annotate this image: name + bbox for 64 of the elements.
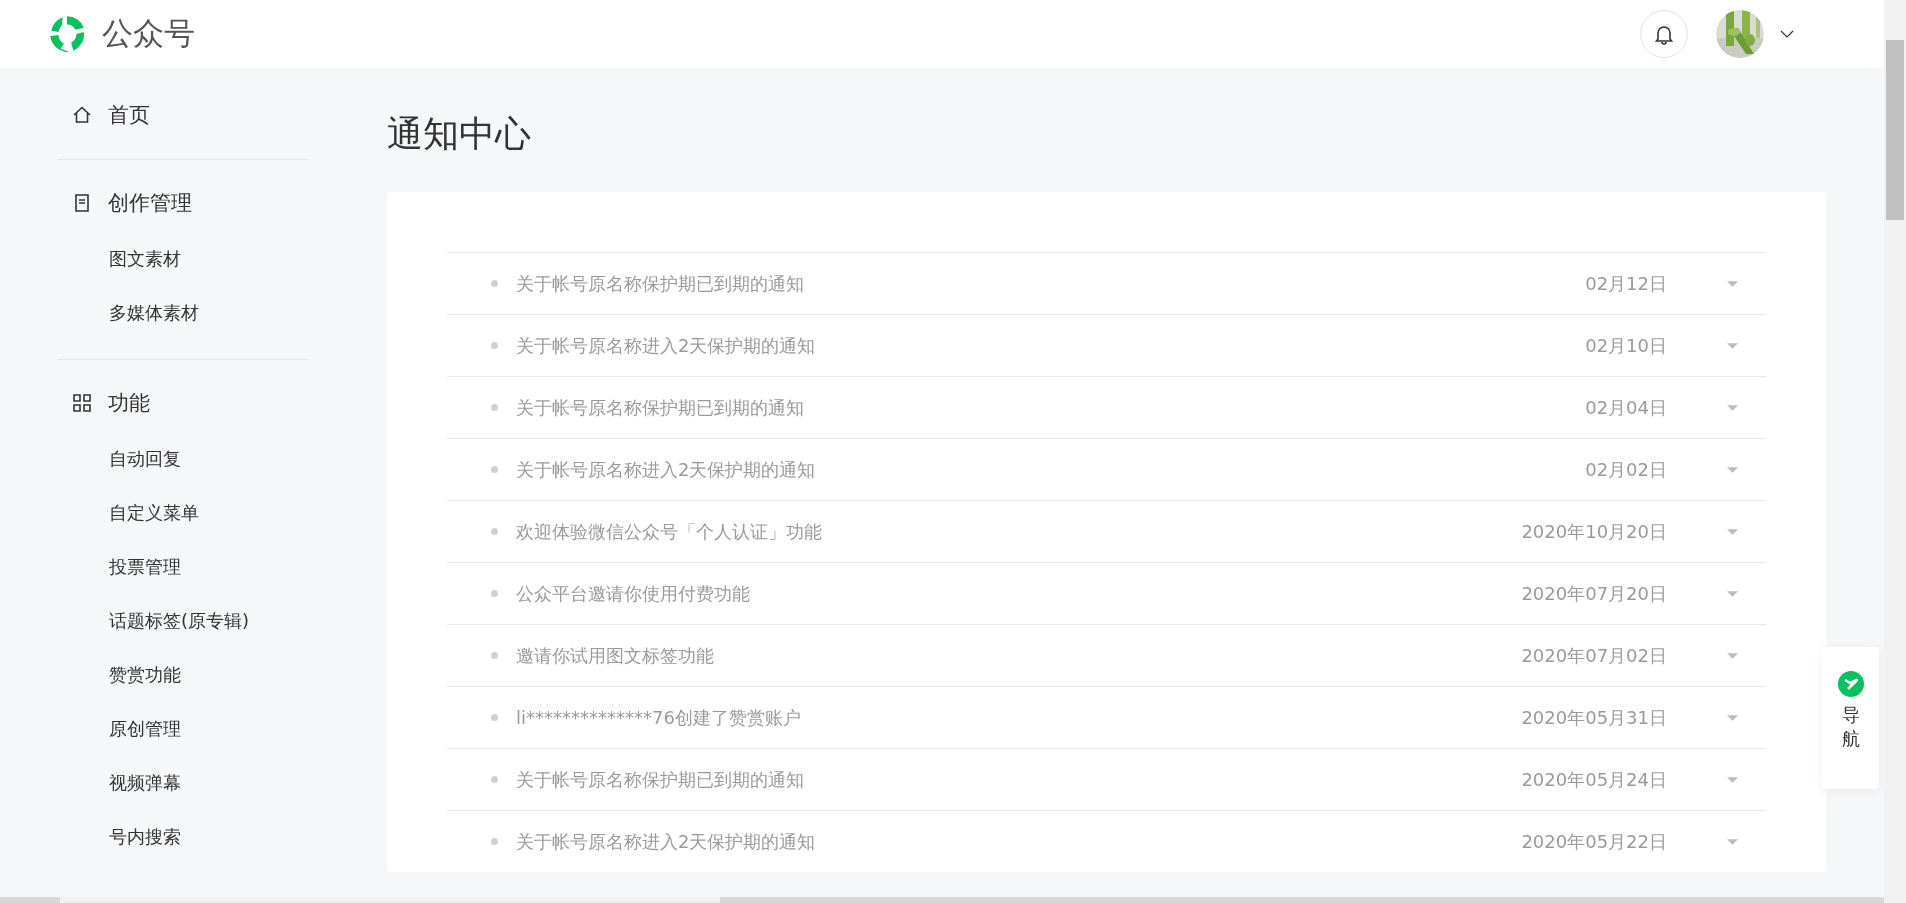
bullet-icon [491,776,498,783]
caret-icon[interactable] [1727,714,1738,721]
notification-date: 02月02日 [1585,457,1667,482]
sidebar-item[interactable]: 投票管理 [58,540,360,594]
grid-icon [72,393,92,413]
nav-logo-icon [1837,671,1864,697]
sidebar-item[interactable]: 号内搜索 [58,810,360,864]
sidebar-item[interactable]: 图文素材 [58,232,360,286]
notification-title: 欢迎体验微信公众号「个人认证」功能 [516,519,823,544]
document-icon [72,193,92,213]
home-icon [72,105,92,125]
caret-icon[interactable] [1727,652,1738,659]
sidebar-item[interactable]: 多媒体素材 [58,286,360,340]
sidebar-item[interactable]: 话题标签(原专辑) [58,594,360,648]
dropdown-caret-icon[interactable] [1780,30,1794,38]
notification-title: 邀请你试用图文标签功能 [516,643,715,668]
notification-date: 2020年10月20日 [1521,519,1667,544]
bullet-icon [491,590,498,597]
notification-title: li**************76创建了赞赏账户 [516,705,802,730]
caret-icon[interactable] [1727,590,1738,597]
caret-icon[interactable] [1727,466,1738,473]
notification-title: 公众平台邀请你使用付费功能 [516,581,751,606]
sidebar-section-title[interactable]: 创作管理 [58,178,360,228]
notification-date: 2020年05月31日 [1521,705,1667,730]
notification-date: 2020年07月20日 [1521,581,1667,606]
notification-title: 关于帐号原名称保护期已到期的通知 [516,271,805,296]
notification-title: 关于帐号原名称进入2天保护期的通知 [516,333,817,358]
sidebar-section-title[interactable]: 功能 [58,378,360,428]
bullet-icon [491,838,498,845]
bullet-icon [491,714,498,721]
notification-title: 关于帐号原名称保护期已到期的通知 [516,767,805,792]
sidebar-item[interactable]: 原创管理 [58,702,360,756]
nav-widget[interactable]: 导航 [1822,647,1879,789]
sidebar-item[interactable]: 自动回复 [58,432,360,486]
sidebar-item[interactable]: 赞赏功能 [58,648,360,702]
bullet-icon [491,342,498,349]
notification-date: 2020年05月22日 [1521,829,1667,854]
vertical-scrollbar[interactable] [1884,0,1906,903]
horizontal-scrollbar[interactable] [0,897,1884,903]
bullet-icon [491,404,498,411]
notification-button[interactable] [1640,10,1688,58]
bullet-icon [491,528,498,535]
caret-icon[interactable] [1727,280,1738,287]
notification-date: 02月04日 [1585,395,1667,420]
bullet-icon [491,652,498,659]
notification-date: 2020年05月24日 [1521,767,1667,792]
caret-icon[interactable] [1727,776,1738,783]
bullet-icon [491,280,498,287]
sidebar-section-title[interactable]: 首页 [58,90,360,140]
page-title: 通知中心 [387,116,532,152]
bullet-icon [491,466,498,473]
notification-date: 02月10日 [1585,333,1667,358]
caret-icon[interactable] [1727,838,1738,845]
notification-date: 2020年07月02日 [1521,643,1667,668]
caret-icon[interactable] [1727,404,1738,411]
sidebar-item[interactable]: 自定义菜单 [58,486,360,540]
notification-title: 关于帐号原名称进入2天保护期的通知 [516,457,817,482]
notification-title: 关于帐号原名称保护期已到期的通知 [516,395,805,420]
notification-date: 02月12日 [1585,271,1667,296]
caret-icon[interactable] [1727,528,1738,535]
sidebar-item[interactable]: 视频弹幕 [58,756,360,810]
brand-name: 公众号 [102,14,195,53]
notification-title: 关于帐号原名称进入2天保护期的通知 [516,829,817,854]
caret-icon[interactable] [1727,342,1738,349]
